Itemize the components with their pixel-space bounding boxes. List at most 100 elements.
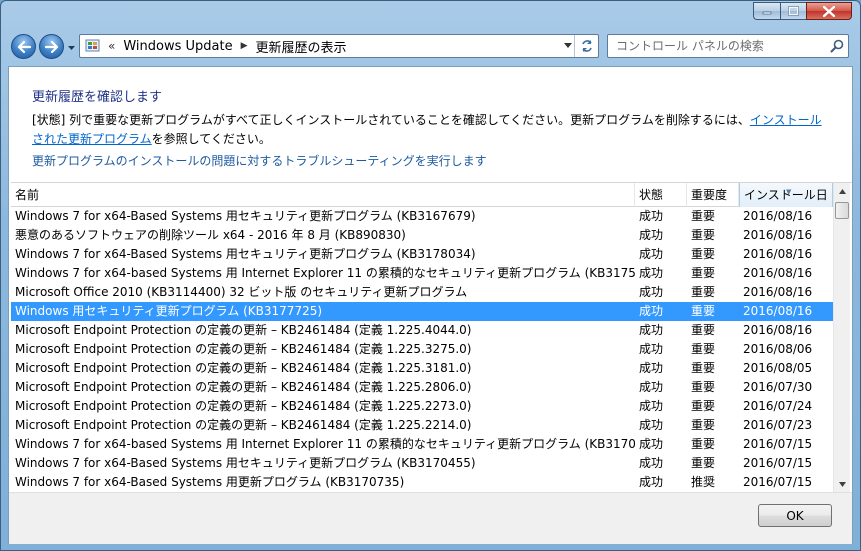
importance-cell: 推奨: [691, 475, 716, 489]
importance-cell: 重要: [691, 323, 716, 337]
scroll-down-button[interactable]: [834, 476, 851, 493]
minimize-button[interactable]: [753, 2, 780, 20]
recent-pages-dropdown-icon[interactable]: [67, 43, 76, 52]
install-date-cell: 2016/08/16: [743, 266, 813, 280]
table-row[interactable]: Microsoft Endpoint Protection の定義の更新 – K…: [11, 397, 833, 416]
update-name-cell: Microsoft Endpoint Protection の定義の更新 – K…: [15, 342, 472, 356]
install-date-cell: 2016/08/16: [743, 228, 813, 242]
update-name-cell: Windows 7 for x64-Based Systems 用セキュリティ更…: [15, 456, 476, 470]
list-rows: Windows 7 for x64-Based Systems 用セキュリティ更…: [11, 207, 833, 492]
breadcrumb-view-history[interactable]: 更新履歴の表示: [256, 37, 347, 56]
minimize-icon: [762, 11, 772, 15]
table-row[interactable]: Windows 7 for x64-based Systems 用 Intern…: [11, 264, 833, 283]
back-arrow-icon: [17, 40, 31, 53]
sort-descending-icon: ▼: [786, 188, 792, 196]
update-name-cell: Windows 7 for x64-Based Systems 用セキュリティ更…: [15, 209, 476, 223]
scroll-thumb[interactable]: [835, 202, 849, 219]
install-date-cell: 2016/07/15: [743, 437, 813, 451]
status-cell: 成功: [639, 456, 664, 470]
refresh-button[interactable]: [574, 35, 598, 57]
update-name-cell: Microsoft Endpoint Protection の定義の更新 – K…: [15, 380, 472, 394]
breadcrumb-separator-icon[interactable]: ▶: [241, 41, 248, 51]
scroll-up-button[interactable]: [834, 183, 851, 200]
importance-cell: 重要: [691, 437, 716, 451]
table-row[interactable]: Microsoft Endpoint Protection の定義の更新 – K…: [11, 359, 833, 378]
search-input[interactable]: [616, 39, 826, 53]
install-date-cell: 2016/08/16: [743, 209, 813, 223]
status-cell: 成功: [639, 361, 664, 375]
table-row[interactable]: Windows 7 for x64-Based Systems 用セキュリティ更…: [11, 245, 833, 264]
back-button[interactable]: [11, 34, 36, 59]
install-date-cell: 2016/07/15: [743, 456, 813, 470]
importance-cell: 重要: [691, 228, 716, 242]
address-bar[interactable]: « Windows Update ▶ 更新履歴の表示: [79, 34, 599, 58]
maximize-button[interactable]: [780, 2, 806, 20]
breadcrumb-windows-update[interactable]: Windows Update: [123, 39, 232, 54]
refresh-icon: [581, 40, 592, 52]
importance-cell: 重要: [691, 304, 716, 318]
importance-cell: 重要: [691, 380, 716, 394]
update-name-cell: Microsoft Endpoint Protection の定義の更新 – K…: [15, 361, 472, 375]
forward-button[interactable]: [39, 34, 64, 59]
table-row[interactable]: Microsoft Endpoint Protection の定義の更新 – K…: [11, 340, 833, 359]
list-header: 名前 状態 重要度 ▼ インストール日: [11, 183, 833, 207]
description-suffix: を参照してください。: [151, 132, 271, 146]
status-cell: 成功: [639, 266, 664, 280]
search-box[interactable]: [607, 34, 849, 58]
close-icon: [823, 5, 835, 17]
caption-buttons: [753, 2, 852, 20]
table-row[interactable]: Microsoft Office 2010 (KB3114400) 32 ビット…: [11, 283, 833, 302]
install-date-cell: 2016/07/24: [743, 399, 813, 413]
install-date-cell: 2016/07/15: [743, 475, 813, 489]
update-name-cell: Windows 7 for x64-Based Systems 用更新プログラム…: [15, 475, 405, 489]
description-text: [状態] 列で重要な更新プログラムがすべて正しくインストールされていることを確認…: [32, 113, 750, 127]
table-row[interactable]: Windows 7 for x64-Based Systems 用セキュリティ更…: [11, 207, 833, 226]
column-header-importance[interactable]: 重要度: [687, 183, 739, 207]
importance-cell: 重要: [691, 342, 716, 356]
footer: OK: [9, 493, 852, 544]
update-name-cell: Microsoft Office 2010 (KB3114400) 32 ビット…: [15, 285, 468, 299]
table-row[interactable]: Windows 7 for x64-Based Systems 用更新プログラム…: [11, 473, 833, 492]
update-name-cell: Windows 7 for x64-based Systems 用 Intern…: [15, 266, 635, 280]
importance-cell: 重要: [691, 285, 716, 299]
update-name-cell: 悪意のあるソフトウェアの削除ツール x64 - 2016 年 8 月 (KB89…: [15, 228, 406, 242]
update-history-list: 名前 状態 重要度 ▼ インストール日 Windows 7 for x64-Ba…: [11, 182, 852, 493]
update-name-cell: Microsoft Endpoint Protection の定義の更新 – K…: [15, 323, 472, 337]
column-header-install-date[interactable]: ▼ インストール日: [739, 183, 833, 207]
install-date-cell: 2016/07/30: [743, 380, 813, 394]
importance-cell: 重要: [691, 361, 716, 375]
status-cell: 成功: [639, 304, 664, 318]
search-icon[interactable]: [830, 39, 844, 53]
vertical-scrollbar[interactable]: [833, 183, 850, 493]
install-date-cell: 2016/08/16: [743, 323, 813, 337]
table-row[interactable]: Microsoft Endpoint Protection の定義の更新 – K…: [11, 378, 833, 397]
importance-cell: 重要: [691, 418, 716, 432]
install-date-cell: 2016/08/16: [743, 304, 813, 318]
status-cell: 成功: [639, 209, 664, 223]
status-cell: 成功: [639, 323, 664, 337]
install-date-cell: 2016/08/16: [743, 247, 813, 261]
breadcrumb-overflow[interactable]: «: [108, 39, 115, 53]
content-pane: 更新履歴を確認します [状態] 列で重要な更新プログラムがすべて正しくインストー…: [8, 66, 853, 544]
description: [状態] 列で重要な更新プログラムがすべて正しくインストールされていることを確認…: [32, 111, 832, 149]
install-date-cell: 2016/08/05: [743, 361, 813, 375]
table-row[interactable]: 悪意のあるソフトウェアの削除ツール x64 - 2016 年 8 月 (KB89…: [11, 226, 833, 245]
table-row[interactable]: Windows 7 for x64-Based Systems 用セキュリティ更…: [11, 454, 833, 473]
table-row[interactable]: Windows 7 for x64-based Systems 用 Intern…: [11, 435, 833, 454]
close-button[interactable]: [806, 2, 852, 20]
column-header-name[interactable]: 名前: [11, 183, 635, 207]
ok-button[interactable]: OK: [758, 504, 832, 527]
scroll-up-icon: [839, 189, 846, 194]
column-header-status[interactable]: 状態: [635, 183, 687, 207]
troubleshoot-link[interactable]: 更新プログラムのインストールの問題に対するトラブルシューティングを実行します: [32, 152, 487, 169]
table-row[interactable]: Microsoft Endpoint Protection の定義の更新 – K…: [11, 416, 833, 435]
importance-cell: 重要: [691, 266, 716, 280]
table-row[interactable]: Microsoft Endpoint Protection の定義の更新 – K…: [11, 321, 833, 340]
table-row[interactable]: Windows 用セキュリティ更新プログラム (KB3177725) 成功 重要 20…: [11, 302, 833, 321]
status-cell: 成功: [639, 285, 664, 299]
importance-cell: 重要: [691, 209, 716, 223]
address-dropdown-icon[interactable]: [564, 43, 572, 49]
install-date-cell: 2016/08/16: [743, 285, 813, 299]
status-cell: 成功: [639, 342, 664, 356]
status-cell: 成功: [639, 228, 664, 242]
